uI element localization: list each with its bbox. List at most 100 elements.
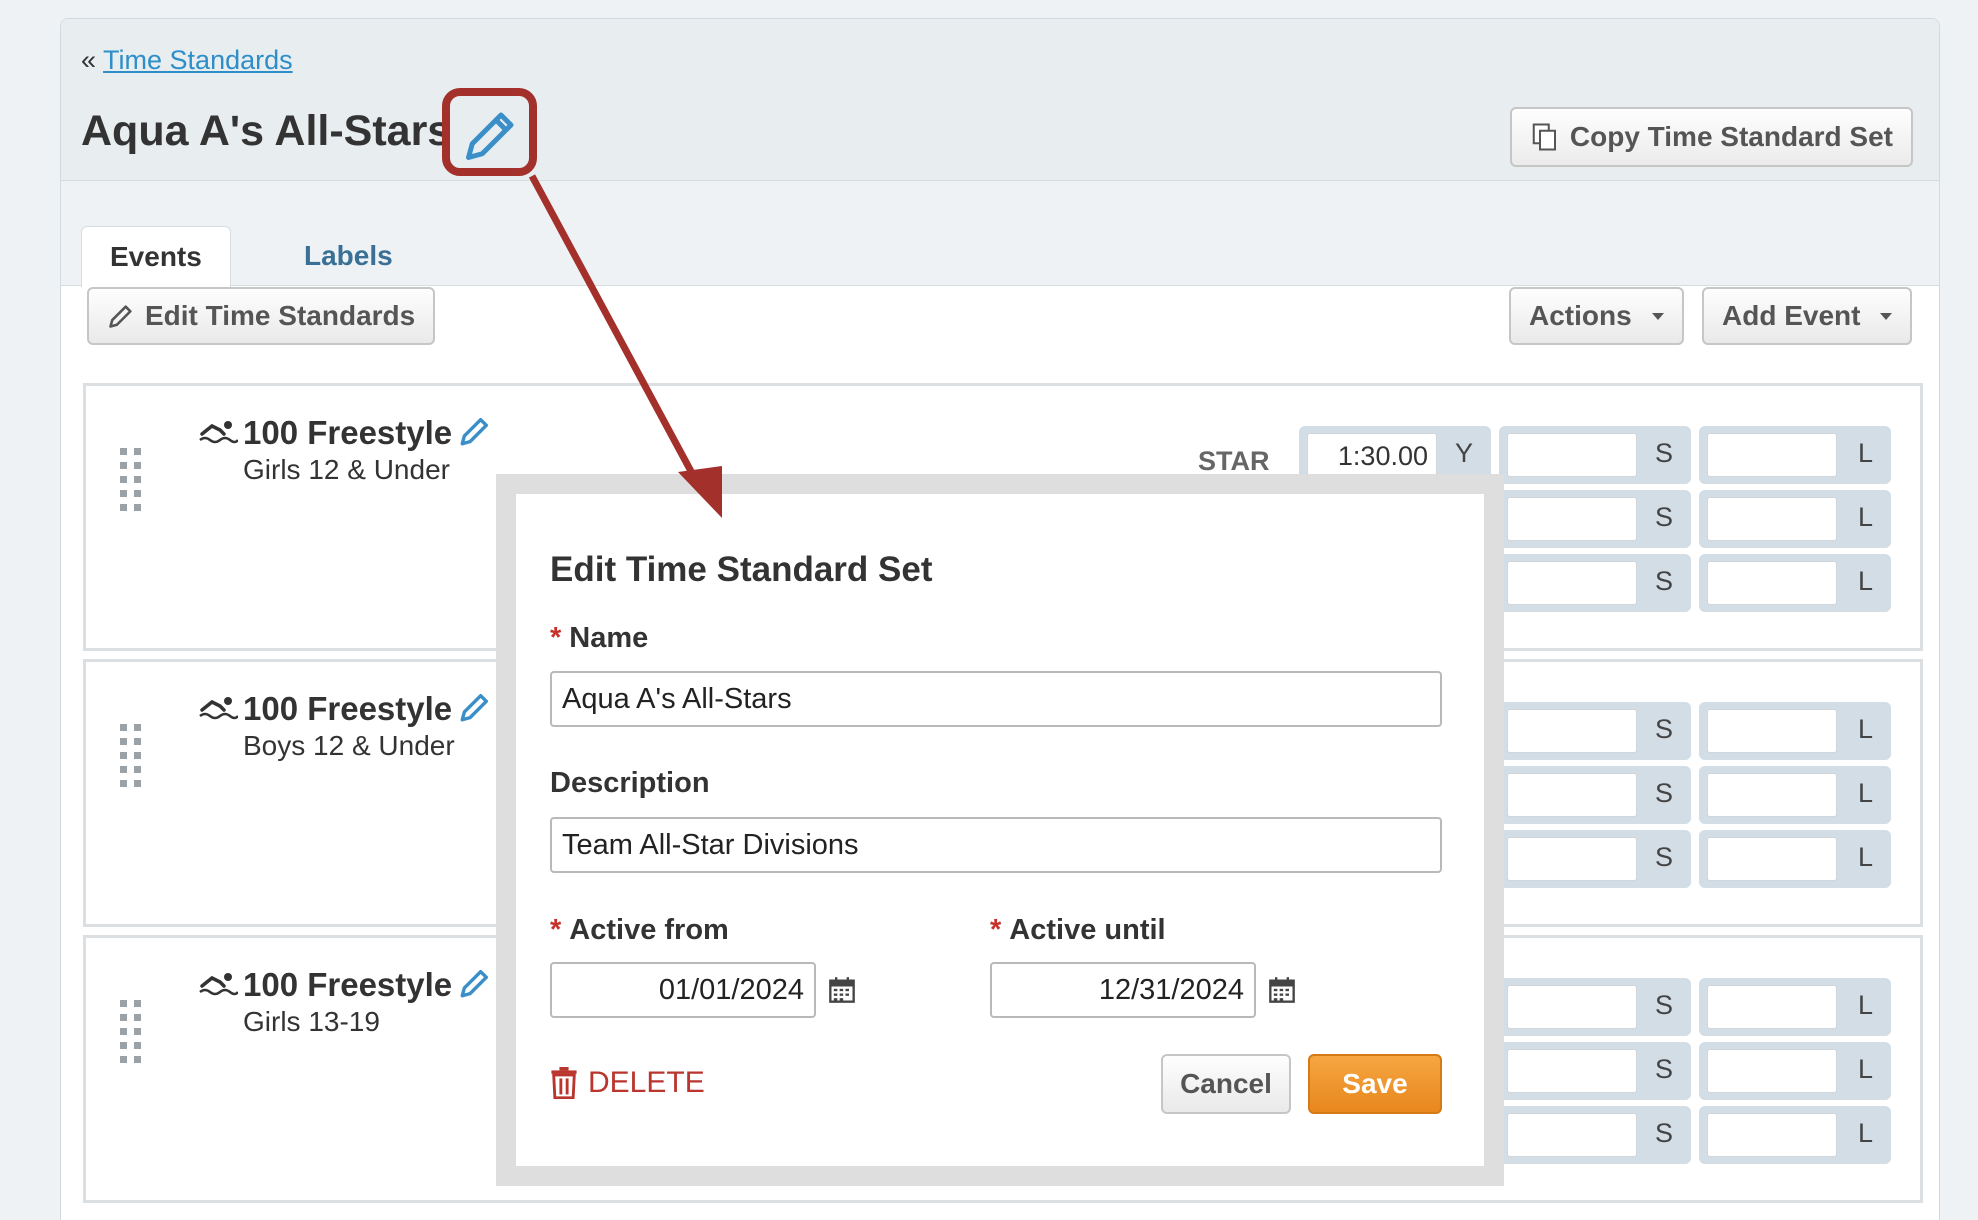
time-input-long-course[interactable]: [1707, 433, 1837, 477]
time-input-group: L: [1699, 978, 1891, 1036]
save-button[interactable]: Save: [1308, 1054, 1442, 1114]
edit-time-standards-button[interactable]: Edit Time Standards: [87, 287, 436, 345]
course-code: S: [1654, 842, 1673, 872]
time-input-long-course[interactable]: [1707, 773, 1837, 817]
active-until-label-text: Active until: [1009, 914, 1166, 946]
time-input-long-course[interactable]: [1707, 1049, 1837, 1093]
time-input-short-course[interactable]: [1507, 837, 1637, 881]
add-event-label: Add Event: [1722, 300, 1861, 331]
drag-handle-icon[interactable]: [120, 1000, 144, 1072]
course-code: S: [1654, 438, 1673, 468]
active-from-label: * Active from: [550, 914, 729, 947]
pencil-icon: [109, 305, 132, 328]
time-input-group: S: [1499, 490, 1691, 548]
time-input-short-course[interactable]: [1507, 497, 1637, 541]
tab-events[interactable]: Events: [81, 226, 231, 287]
breadcrumb-prefix: «: [81, 45, 97, 75]
time-input-group: L: [1699, 426, 1891, 484]
pencil-icon[interactable]: [458, 690, 492, 724]
time-input-long-course[interactable]: [1707, 709, 1837, 753]
required-mark: *: [550, 914, 562, 946]
course-code: S: [1654, 714, 1673, 744]
time-input-long-course[interactable]: [1707, 561, 1837, 605]
time-input-long-course[interactable]: [1707, 1113, 1837, 1157]
active-from-field[interactable]: 01/01/2024: [550, 962, 816, 1018]
event-name: 100 Freestyle: [243, 966, 453, 1003]
time-input-group: L: [1699, 490, 1891, 548]
time-input-group: S: [1499, 766, 1691, 824]
time-input-group: S: [1499, 1042, 1691, 1100]
actions-label: Actions: [1529, 300, 1632, 331]
name-label: * Name: [550, 622, 648, 655]
delete-button[interactable]: DELETE: [550, 1066, 705, 1100]
swimmer-icon: [199, 697, 238, 720]
delete-label: DELETE: [588, 1066, 705, 1099]
pencil-icon[interactable]: [458, 966, 492, 1000]
course-code: S: [1654, 1118, 1673, 1148]
time-input-short-course[interactable]: [1507, 1113, 1637, 1157]
course-code: Y: [1454, 438, 1473, 468]
description-label: Description: [550, 767, 710, 799]
breadcrumb: « Time Standards: [81, 45, 293, 76]
course-code: S: [1654, 1054, 1673, 1084]
standard-label: STAR: [1198, 446, 1270, 476]
time-input-group: S: [1499, 978, 1691, 1036]
time-input-short-course[interactable]: [1507, 561, 1637, 605]
swimmer-icon: [199, 421, 238, 444]
time-input-short-course[interactable]: [1507, 985, 1637, 1029]
time-input-group: S: [1499, 830, 1691, 888]
time-input-long-course[interactable]: [1707, 497, 1837, 541]
time-input-short-course[interactable]: [1507, 433, 1637, 477]
tab-labels[interactable]: Labels: [276, 226, 421, 286]
annotation-highlight-box: [442, 88, 537, 176]
course-code: S: [1654, 502, 1673, 532]
active-until-field[interactable]: 12/31/2024: [990, 962, 1256, 1018]
modal-backdrop-frame: Edit Time Standard Set * Name Aqua A's Al…: [496, 474, 1504, 1186]
add-event-dropdown-button[interactable]: Add Event: [1702, 287, 1913, 345]
time-input-short-course[interactable]: [1507, 1049, 1637, 1093]
actions-dropdown-button[interactable]: Actions: [1509, 287, 1684, 345]
course-code: L: [1857, 502, 1873, 532]
tab-strip: Events Labels: [61, 181, 1939, 287]
copy-time-standard-set-button[interactable]: Copy Time Standard Set: [1509, 107, 1913, 167]
event-group: Boys 12 & Under: [243, 730, 455, 761]
time-input-short-course[interactable]: [1507, 773, 1637, 817]
course-code: L: [1857, 714, 1873, 744]
time-input-yards[interactable]: 1:30.00: [1307, 433, 1437, 477]
time-input-group: L: [1699, 554, 1891, 612]
description-field[interactable]: Team All-Star Divisions: [550, 817, 1442, 873]
pencil-icon[interactable]: [458, 414, 492, 448]
time-input-group: S: [1499, 1106, 1691, 1164]
course-code: L: [1857, 842, 1873, 872]
time-input-group: S: [1499, 426, 1691, 484]
time-input-long-course[interactable]: [1707, 985, 1837, 1029]
time-input-group: S: [1499, 702, 1691, 760]
edit-button-label: Edit Time Standards: [145, 300, 416, 331]
time-input-group: S: [1499, 554, 1691, 612]
cancel-button[interactable]: Cancel: [1161, 1054, 1291, 1114]
page-title: Aqua A's All-Stars: [81, 107, 452, 155]
time-input-group: L: [1699, 830, 1891, 888]
copy-button-label: Copy Time Standard Set: [1569, 121, 1893, 152]
swimmer-icon: [199, 973, 238, 996]
calendar-icon[interactable]: [828, 976, 856, 1004]
drag-handle-icon[interactable]: [120, 448, 144, 520]
course-code: L: [1857, 438, 1873, 468]
calendar-icon[interactable]: [1268, 976, 1296, 1004]
active-until-label: * Active until: [990, 914, 1166, 947]
name-label-text: Name: [569, 622, 649, 654]
course-code: L: [1857, 566, 1873, 596]
event-group: Girls 12 & Under: [243, 454, 450, 485]
page-header: « Time Standards Aqua A's All-Stars Copy…: [61, 19, 1939, 181]
time-input-long-course[interactable]: [1707, 837, 1837, 881]
course-code: L: [1857, 990, 1873, 1020]
name-field[interactable]: Aqua A's All-Stars: [550, 671, 1442, 727]
modal-title: Edit Time Standard Set: [550, 550, 933, 589]
time-input-group: L: [1699, 766, 1891, 824]
course-code: S: [1654, 778, 1673, 808]
time-input-group: L: [1699, 1106, 1891, 1164]
breadcrumb-link[interactable]: Time Standards: [103, 45, 293, 75]
drag-handle-icon[interactable]: [120, 724, 144, 796]
time-input-short-course[interactable]: [1507, 709, 1637, 753]
required-mark: *: [990, 914, 1002, 946]
